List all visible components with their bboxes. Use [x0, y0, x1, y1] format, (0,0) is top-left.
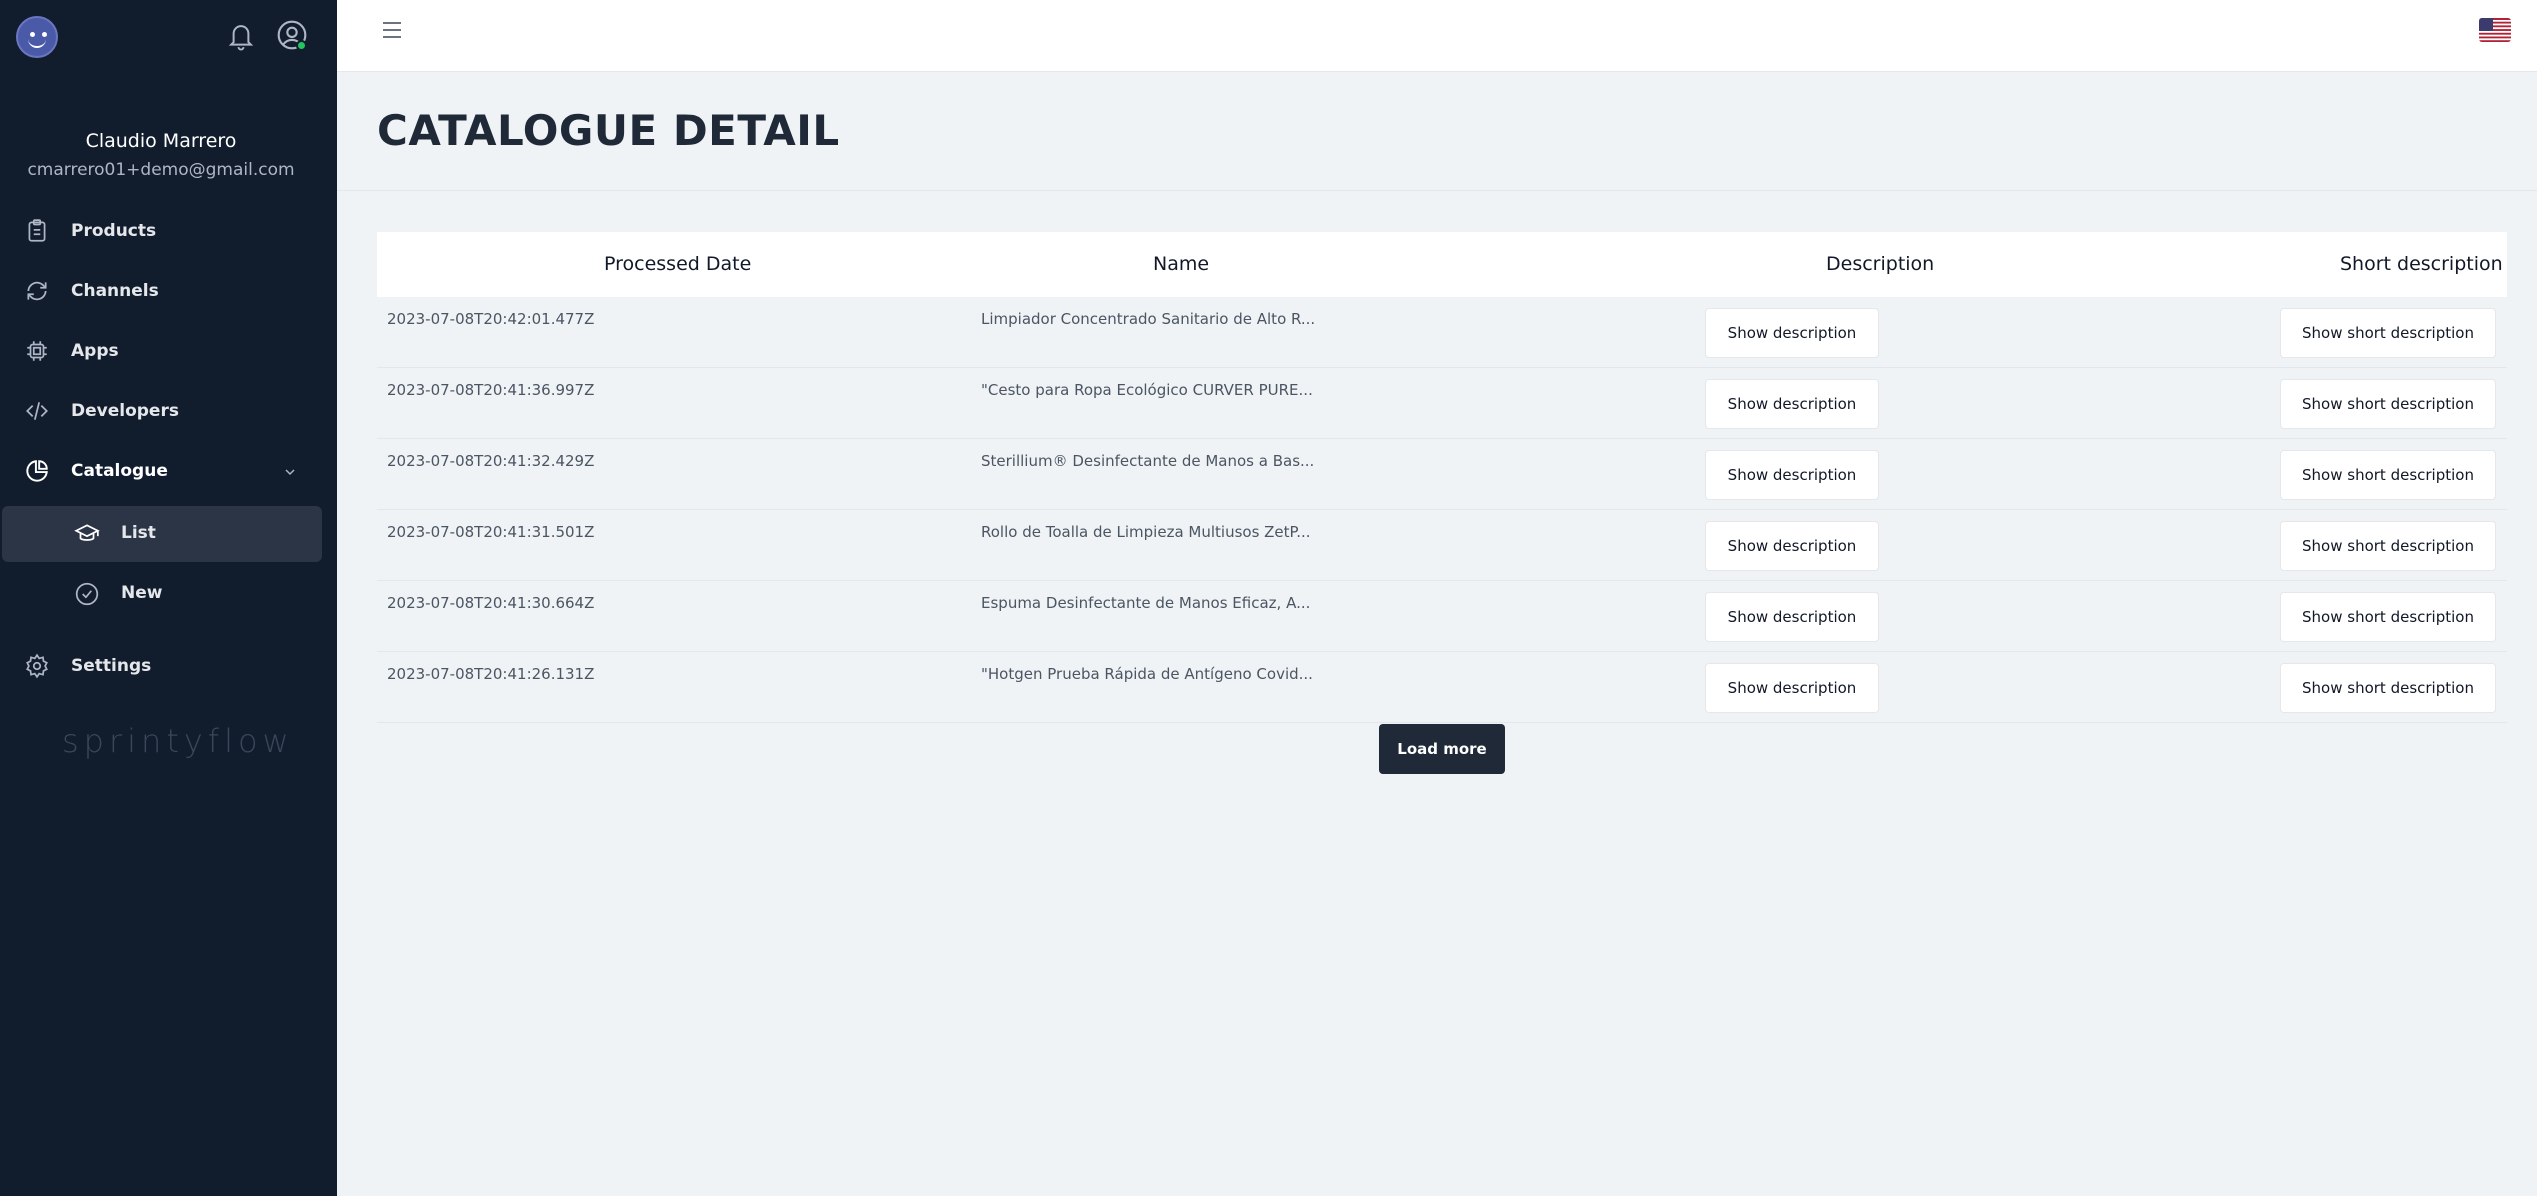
column-header-short-description[interactable]: Short description [2340, 232, 2503, 297]
table-row: 2023-07-08T20:41:32.429Z Sterillium® Des… [377, 439, 2507, 510]
sidebar-item-apps[interactable]: Apps [0, 324, 337, 378]
top-bar [337, 0, 2537, 72]
header-divider [337, 190, 2537, 191]
sidebar-subitem-new[interactable]: New [2, 566, 322, 622]
processed-date-cell: 2023-07-08T20:41:30.664Z [387, 594, 595, 612]
table-row: 2023-07-08T20:41:31.501Z Rollo de Toalla… [377, 510, 2507, 581]
name-cell: Espuma Desinfectante de Manos Eficaz, A.… [981, 594, 1311, 612]
table-row: 2023-07-08T20:41:30.664Z Espuma Desinfec… [377, 581, 2507, 652]
show-description-button[interactable]: Show description [1705, 592, 1879, 642]
sidebar-item-products[interactable]: Products [0, 204, 337, 258]
check-circle-icon [72, 579, 102, 609]
online-status-dot [296, 40, 307, 51]
sidebar-item-developers[interactable]: Developers [0, 384, 337, 438]
show-short-description-button[interactable]: Show short description [2280, 663, 2496, 713]
table-header: Processed Date Name Description Short de… [377, 232, 2507, 297]
user-name: Claudio Marrero [85, 130, 237, 152]
show-description-button[interactable]: Show description [1705, 663, 1879, 713]
hamburger-menu-icon[interactable] [380, 18, 404, 42]
sidebar-item-label: Settings [71, 656, 152, 676]
show-description-button[interactable]: Show description [1705, 308, 1879, 358]
processed-date-cell: 2023-07-08T20:41:26.131Z [387, 665, 595, 683]
graduation-cap-icon [72, 519, 102, 549]
show-short-description-button[interactable]: Show short description [2280, 450, 2496, 500]
gear-icon [22, 651, 52, 681]
processed-date-cell: 2023-07-08T20:41:31.501Z [387, 523, 595, 541]
chevron-down-icon[interactable] [282, 464, 298, 480]
pie-chart-icon [22, 456, 52, 486]
sidebar-item-label: Apps [71, 341, 119, 361]
processed-date-cell: 2023-07-08T20:42:01.477Z [387, 310, 595, 328]
table-row: 2023-07-08T20:42:01.477Z Limpiador Conce… [377, 297, 2507, 368]
brand-logo: sprintyflow [62, 722, 294, 760]
code-icon [22, 396, 52, 426]
show-description-button[interactable]: Show description [1705, 379, 1879, 429]
table-row: 2023-07-08T20:41:36.997Z "Cesto para Rop… [377, 368, 2507, 439]
table-row: 2023-07-08T20:41:26.131Z "Hotgen Prueba … [377, 652, 2507, 723]
sidebar-item-channels[interactable]: Channels [0, 264, 337, 318]
show-short-description-button[interactable]: Show short description [2280, 592, 2496, 642]
app-logo[interactable] [16, 16, 58, 58]
sidebar: Claudio Marrero cmarrero01+demo@gmail.co… [0, 0, 337, 1196]
sidebar-subitem-label: List [121, 523, 156, 543]
refresh-icon [22, 276, 52, 306]
show-short-description-button[interactable]: Show short description [2280, 379, 2496, 429]
show-short-description-button[interactable]: Show short description [2280, 521, 2496, 571]
sidebar-item-label: Developers [71, 401, 179, 421]
processed-date-cell: 2023-07-08T20:41:36.997Z [387, 381, 595, 399]
us-flag-icon[interactable] [2479, 18, 2511, 42]
catalogue-table: Processed Date Name Description Short de… [377, 232, 2507, 723]
sidebar-item-label: Channels [71, 281, 159, 301]
bell-icon[interactable] [226, 20, 256, 52]
column-header-processed-date[interactable]: Processed Date [604, 232, 751, 297]
show-short-description-button[interactable]: Show short description [2280, 308, 2496, 358]
name-cell: Rollo de Toalla de Limpieza Multiusos Ze… [981, 523, 1311, 541]
show-description-button[interactable]: Show description [1705, 450, 1879, 500]
show-description-button[interactable]: Show description [1705, 521, 1879, 571]
sidebar-item-label: Catalogue [71, 461, 168, 481]
column-header-name[interactable]: Name [1153, 232, 1209, 297]
name-cell: "Hotgen Prueba Rápida de Antígeno Covid.… [981, 665, 1313, 683]
user-email: cmarrero01+demo@gmail.com [27, 160, 295, 180]
sidebar-header [0, 0, 337, 72]
processed-date-cell: 2023-07-08T20:41:32.429Z [387, 452, 595, 470]
sidebar-subitem-label: New [121, 583, 163, 603]
clipboard-icon [22, 216, 52, 246]
sidebar-item-settings[interactable]: Settings [0, 639, 337, 693]
chip-icon [22, 336, 52, 366]
name-cell: Sterillium® Desinfectante de Manos a Bas… [981, 452, 1315, 470]
load-more-button[interactable]: Load more [1379, 724, 1505, 774]
sidebar-item-catalogue[interactable]: Catalogue [0, 444, 337, 498]
column-header-description[interactable]: Description [1826, 232, 1934, 297]
name-cell: "Cesto para Ropa Ecológico CURVER PURE..… [981, 381, 1313, 399]
sidebar-subitem-list[interactable]: List [2, 506, 322, 562]
name-cell: Limpiador Concentrado Sanitario de Alto … [981, 310, 1316, 328]
page-title: CATALOGUE DETAIL [377, 106, 840, 155]
sidebar-item-label: Products [71, 221, 157, 241]
